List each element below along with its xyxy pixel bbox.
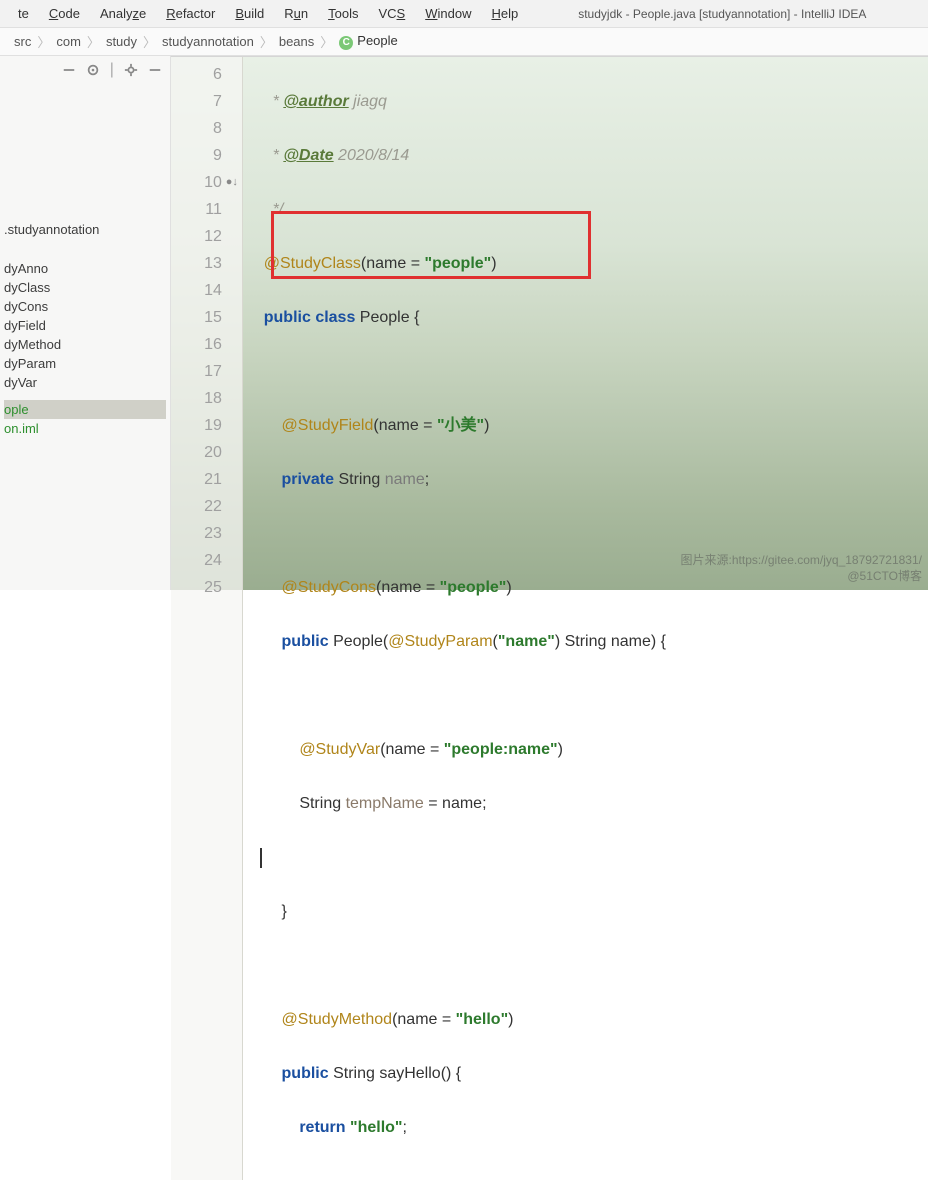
project-tree[interactable]: .studyannotation dyAnno dyClass dyCons d… <box>0 84 170 444</box>
tree-item[interactable]: dyParam <box>4 354 166 373</box>
menu-code[interactable]: Code <box>39 6 90 21</box>
gutter: 6789 10●↓ 11121314 15161718 19202122 232… <box>171 57 243 1180</box>
menu-window[interactable]: Window <box>415 6 481 21</box>
workarea: | .studyannotation dyAnno dyClass dyCons… <box>0 56 928 590</box>
tree-item[interactable]: dyVar <box>4 373 166 392</box>
menu-refactor[interactable]: Refactor <box>156 6 225 21</box>
menu-help[interactable]: Help <box>481 6 528 21</box>
code-lines[interactable]: * @author jiagq * @Date 2020/8/14 */ @St… <box>243 57 928 1180</box>
menu-build[interactable]: Build <box>225 6 274 21</box>
gear-icon[interactable] <box>124 63 138 77</box>
implements-icon[interactable]: ●↓ <box>226 169 238 196</box>
menu-vcs[interactable]: VCS <box>368 6 415 21</box>
menu-bar: te Code Analyze Refactor Build Run Tools… <box>0 0 928 28</box>
tree-item[interactable]: dyMethod <box>4 335 166 354</box>
editor: CPeople.java× CMan.java× @StudyAnno.java… <box>171 56 928 590</box>
tree-item-people[interactable]: ople <box>4 400 166 419</box>
tree-item[interactable]: dyAnno <box>4 259 166 278</box>
tree-item-iml[interactable]: on.iml <box>4 419 166 438</box>
menu-run[interactable]: Run <box>274 6 318 21</box>
crumb-study[interactable]: study <box>100 34 143 49</box>
window-title: studyjdk - People.java [studyannotation]… <box>568 7 876 21</box>
tree-item[interactable]: dyField <box>4 316 166 335</box>
menu-te[interactable]: te <box>8 6 39 21</box>
class-icon: C <box>339 36 353 50</box>
crumb-people[interactable]: CPeople <box>333 33 403 50</box>
code-area[interactable]: 6789 10●↓ 11121314 15161718 19202122 232… <box>171 57 928 1180</box>
crumb-beans[interactable]: beans <box>273 34 320 49</box>
menu-tools[interactable]: Tools <box>318 6 368 21</box>
tree-pkg[interactable]: .studyannotation <box>4 220 166 239</box>
tree-item[interactable]: dyClass <box>4 278 166 297</box>
crumb-studyannotation[interactable]: studyannotation <box>156 34 260 49</box>
target-icon[interactable] <box>86 63 100 77</box>
collapse-icon[interactable] <box>62 63 76 77</box>
sidebar-toolbar: | <box>0 56 170 84</box>
watermark: 图片来源:https://gitee.com/jyq_18792721831/@… <box>681 552 922 584</box>
hide-icon[interactable] <box>148 63 162 77</box>
project-sidebar: | .studyannotation dyAnno dyClass dyCons… <box>0 56 171 590</box>
tree-item[interactable]: dyCons <box>4 297 166 316</box>
caret <box>260 848 262 868</box>
crumb-src[interactable]: src <box>8 34 37 49</box>
crumb-com[interactable]: com <box>50 34 87 49</box>
breadcrumb: src〉 com〉 study〉 studyannotation〉 beans〉… <box>0 28 928 56</box>
menu-analyze[interactable]: Analyze <box>90 6 156 21</box>
